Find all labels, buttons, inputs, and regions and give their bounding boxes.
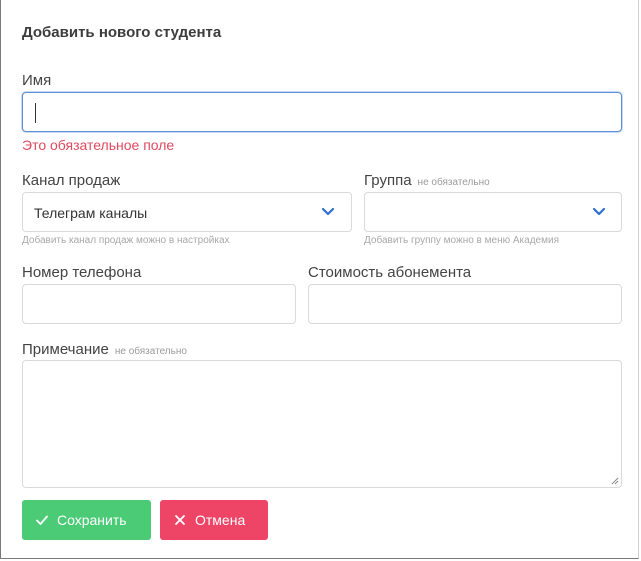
phone-input[interactable]	[22, 284, 296, 324]
group-select[interactable]	[364, 192, 622, 232]
group-help: Добавить группу можно в меню Академия	[364, 235, 559, 246]
text-caret	[35, 103, 36, 123]
name-label: Имя	[22, 72, 52, 89]
add-student-dialog: Добавить нового студента Имя Это обязате…	[0, 0, 639, 559]
phone-label: Номер телефона	[22, 264, 142, 281]
note-label-row: Примечание не обязательно	[22, 341, 187, 358]
name-error-message: Это обязательное поле	[22, 137, 175, 153]
group-label-row: Группа не обязательно	[364, 172, 490, 189]
save-button[interactable]: Сохранить	[22, 500, 151, 540]
dialog-title: Добавить нового студента	[22, 24, 222, 41]
cancel-button[interactable]: Отмена	[160, 500, 268, 540]
price-input[interactable]	[308, 284, 622, 324]
close-icon	[175, 515, 185, 525]
note-textarea[interactable]	[22, 360, 622, 488]
sales-channel-value: Телеграм каналы	[34, 205, 148, 221]
name-input[interactable]	[22, 92, 622, 132]
resize-handle-icon[interactable]	[611, 477, 619, 485]
group-optional-hint: не обязательно	[417, 177, 490, 188]
chevron-down-icon	[592, 207, 606, 216]
check-icon	[36, 515, 48, 525]
sales-channel-label: Канал продаж	[22, 172, 121, 189]
cancel-button-label: Отмена	[195, 512, 246, 528]
save-button-label: Сохранить	[57, 512, 127, 528]
group-label: Группа	[364, 172, 412, 189]
chevron-down-icon	[321, 207, 335, 216]
price-label: Стоимость абонемента	[308, 264, 472, 281]
note-optional-hint: не обязательно	[114, 346, 187, 357]
note-label: Примечание	[22, 341, 109, 358]
sales-channel-help: Добавить канал продаж можно в настройках	[22, 235, 230, 246]
sales-channel-select[interactable]: Телеграм каналы	[22, 192, 352, 232]
